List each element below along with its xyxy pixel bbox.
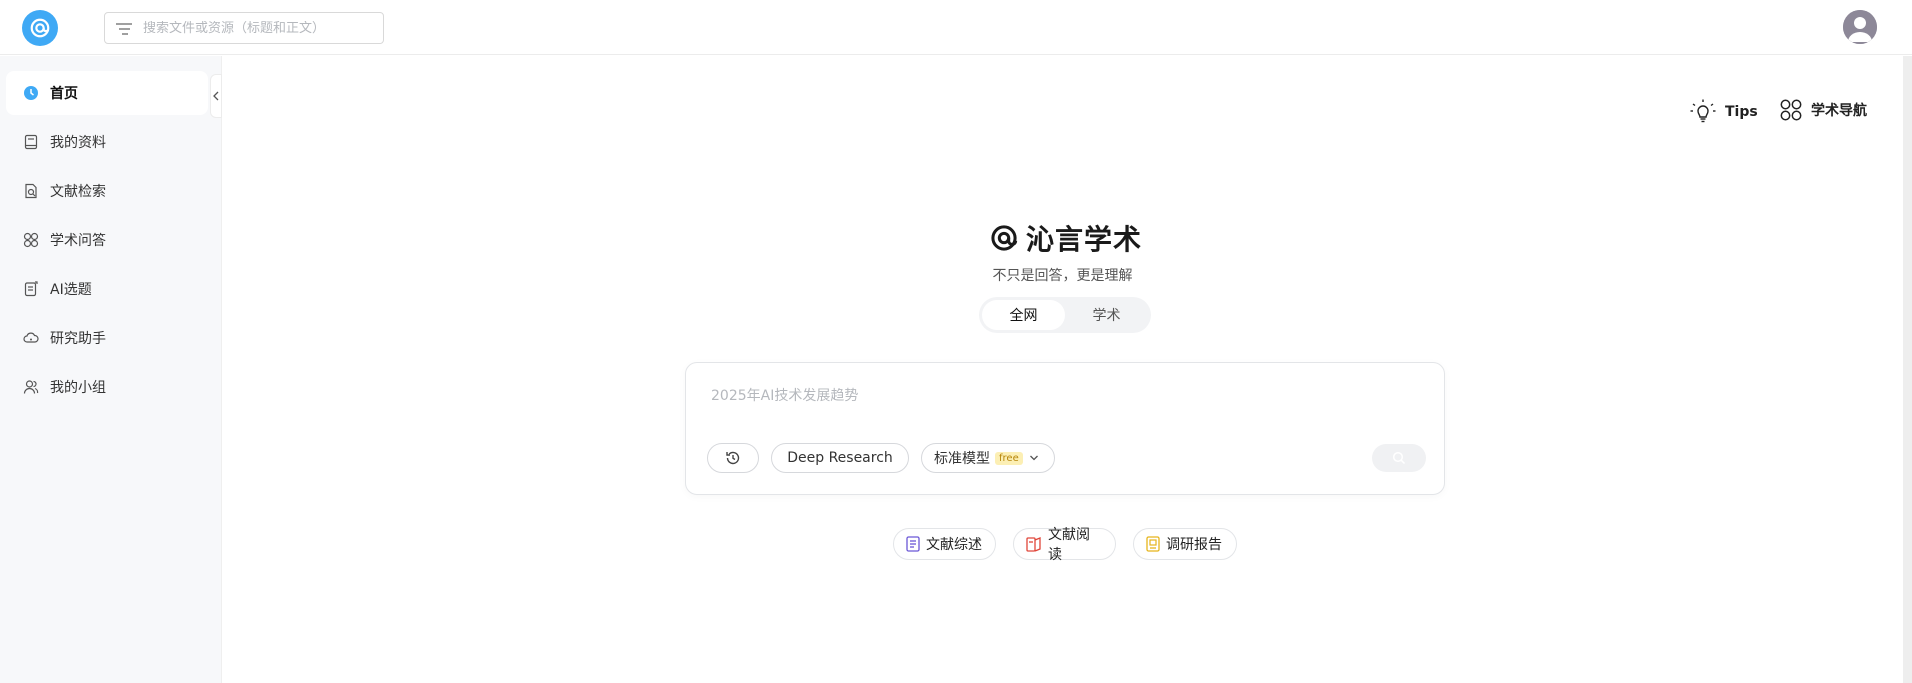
sidebar-item-label: AI选题 (50, 282, 92, 298)
sidebar-item-label: 研究助手 (50, 331, 106, 347)
quick-research-report[interactable]: 调研报告 (1133, 528, 1237, 560)
top-bar (0, 0, 1912, 55)
user-avatar[interactable] (1843, 10, 1877, 44)
sidebar-item-research-assistant[interactable]: 研究助手 (6, 316, 208, 360)
query-input[interactable] (711, 385, 1411, 415)
query-card: Deep Research 标准模型 free (685, 362, 1445, 495)
clock-icon (22, 84, 40, 102)
brand-heading: 沁言学术 (990, 218, 1142, 258)
sidebar-item-label: 我的资料 (50, 135, 106, 151)
history-button[interactable] (707, 443, 759, 473)
cloud-icon (22, 329, 40, 347)
sidebar-item-ai-topic[interactable]: AI选题 (6, 267, 208, 311)
send-button[interactable] (1372, 444, 1426, 472)
app-logo-icon[interactable] (22, 10, 58, 46)
history-icon (726, 451, 740, 465)
report-icon (1146, 536, 1160, 552)
grid-circles-icon (1780, 99, 1802, 121)
quick-action-label: 文献阅读 (1048, 527, 1090, 563)
filter-icon[interactable] (115, 21, 133, 35)
search-icon (1392, 451, 1406, 465)
search-mode-toggle: 全网 学术 (979, 297, 1151, 333)
doc-edit-icon (22, 280, 40, 298)
deep-research-label: Deep Research (787, 450, 893, 466)
sidebar: 首页 我的资料 文献检索 学术问答 AI选题 研究助手 我的小组 (0, 56, 222, 683)
tips-label: Tips (1725, 104, 1758, 120)
academic-navigation-button[interactable]: 学术导航 (1779, 98, 1867, 122)
open-doc-icon (1026, 536, 1042, 552)
model-select[interactable]: 标准模型 free (921, 443, 1055, 473)
quick-literature-reading[interactable]: 文献阅读 (1013, 527, 1116, 563)
lightbulb-icon (1690, 99, 1716, 123)
free-badge: free (995, 451, 1023, 465)
group-icon (22, 378, 40, 396)
sidebar-item-my-materials[interactable]: 我的资料 (6, 120, 208, 164)
grid-circles-icon (22, 231, 40, 249)
brand-title: 沁言学术 (1026, 223, 1143, 256)
book-icon (22, 133, 40, 151)
academic-navigation-label: 学术导航 (1811, 103, 1867, 119)
sidebar-item-label: 首页 (50, 86, 78, 102)
global-search[interactable] (104, 12, 384, 44)
doc-search-icon (22, 182, 40, 200)
quick-action-label: 调研报告 (1166, 537, 1222, 553)
tips-button[interactable]: Tips (1689, 98, 1758, 126)
chevron-down-icon (1029, 455, 1038, 461)
mode-academic[interactable]: 学术 (1065, 300, 1148, 330)
sidebar-item-literature-search[interactable]: 文献检索 (6, 169, 208, 213)
sidebar-item-academic-qa[interactable]: 学术问答 (6, 218, 208, 262)
sidebar-item-my-group[interactable]: 我的小组 (6, 365, 208, 409)
sidebar-item-label: 我的小组 (50, 380, 106, 396)
sidebar-item-label: 学术问答 (50, 233, 106, 249)
brand-subtitle: 不只是回答，更是理解 (992, 268, 1133, 284)
sidebar-collapse-button[interactable] (210, 74, 222, 118)
mode-web[interactable]: 全网 (982, 300, 1065, 330)
search-input[interactable] (143, 20, 363, 36)
main-content: Tips 学术导航 沁言学术 不只是回答，更是理解 全网 学术 2025年AI技… (222, 56, 1912, 683)
chevron-left-icon (213, 91, 219, 101)
sidebar-item-home[interactable]: 首页 (6, 71, 208, 115)
vertical-scrollbar[interactable] (1903, 56, 1912, 683)
quick-literature-review[interactable]: 文献综述 (893, 528, 996, 560)
list-doc-icon (906, 536, 920, 552)
model-label: 标准模型 (934, 451, 990, 467)
deep-research-button[interactable]: Deep Research (771, 443, 909, 473)
sidebar-item-label: 文献检索 (50, 184, 106, 200)
quick-action-label: 文献综述 (926, 537, 982, 553)
at-sign-logo-icon (991, 225, 1018, 251)
